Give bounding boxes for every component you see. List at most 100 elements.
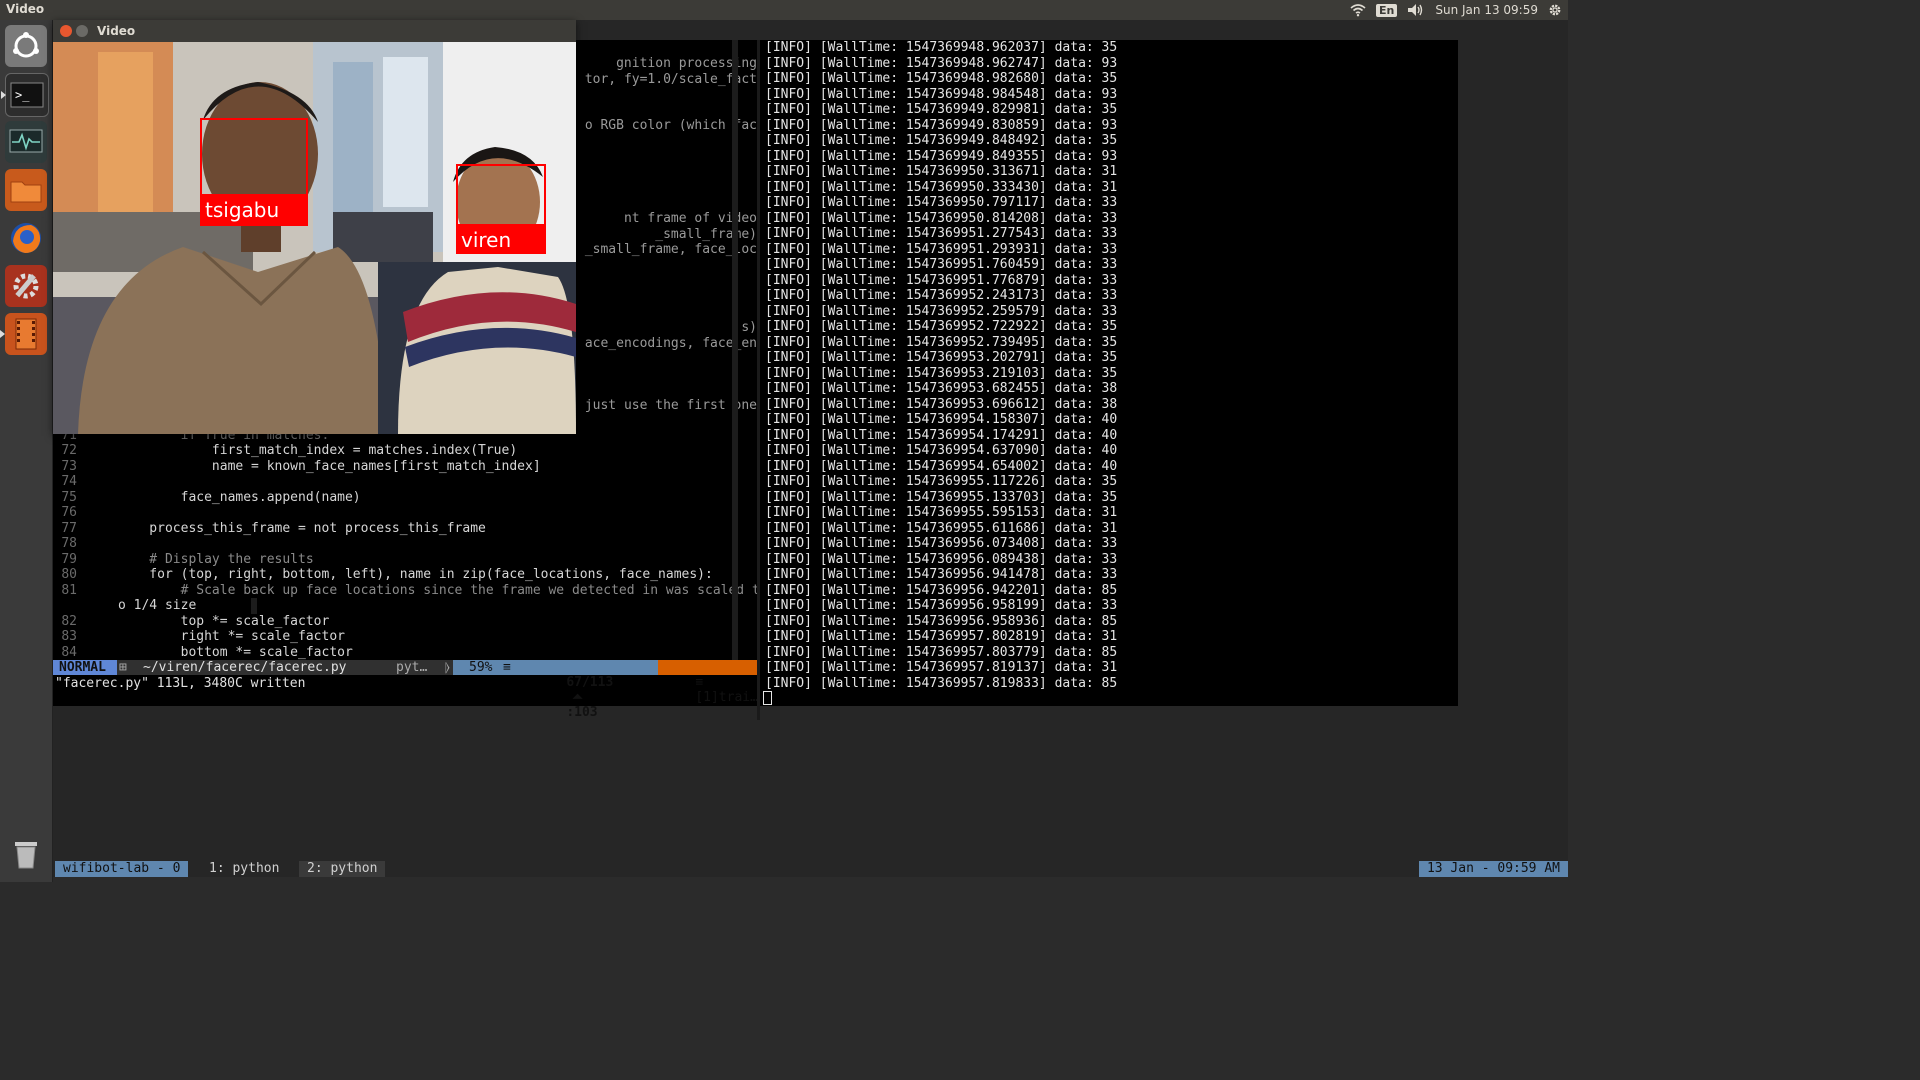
log-line: [INFO] [WallTime: 1547369949.830859] dat… [765, 117, 1118, 133]
face-name-label: viren [456, 226, 546, 254]
log-line: [INFO] [WallTime: 1547369954.158307] dat… [765, 412, 1118, 427]
log-line: [INFO] [WallTime: 1547369955.611686] dat… [765, 520, 1118, 536]
vim-filetype: pyt… [396, 660, 428, 675]
code-line: 73 name = known_face_names[first_match_i… [53, 458, 541, 475]
code-line: 82 top *= scale_factor [53, 614, 329, 630]
code-line-fragment: _small_frame) [655, 227, 757, 242]
ubuntu-home-icon[interactable] [5, 25, 47, 67]
log-line: [INFO] [WallTime: 1547369954.174291] dat… [765, 427, 1118, 443]
vim-position: 67/113 [566, 675, 614, 690]
log-line: [INFO] [WallTime: 1547369957.803779] dat… [765, 644, 1118, 660]
log-line: [INFO] [WallTime: 1547369953.682455] dat… [765, 381, 1118, 396]
log-line: [INFO] [WallTime: 1547369954.637090] dat… [765, 443, 1118, 458]
log-line: [INFO] [WallTime: 1547369957.819137] dat… [765, 660, 1118, 675]
wifi-icon[interactable] [1350, 3, 1366, 17]
line-number: 82 [61, 613, 77, 629]
face-box [456, 164, 546, 226]
minimize-icon[interactable] [76, 25, 88, 37]
log-line: [INFO] [WallTime: 1547369948.984548] dat… [765, 86, 1118, 102]
code-line-fragment: s) [741, 320, 757, 335]
log-line: [INFO] [WallTime: 1547369949.829981] dat… [765, 102, 1118, 117]
log-line: [INFO] [WallTime: 1547369956.958936] dat… [765, 613, 1118, 629]
log-line: [INFO] [WallTime: 1547369957.802819] dat… [765, 629, 1118, 644]
code-line: 74 [53, 474, 118, 490]
log-line: [INFO] [WallTime: 1547369949.849355] dat… [765, 148, 1118, 164]
code-line: 80 for (top, right, bottom, left), name … [53, 567, 713, 583]
code-line: 75 face_names.append(name) [53, 489, 361, 506]
log-line: [INFO] [WallTime: 1547369948.982680] dat… [765, 71, 1118, 86]
log-line: [INFO] [WallTime: 1547369949.848492] dat… [765, 133, 1118, 148]
settings-icon[interactable] [5, 265, 47, 307]
log-line: [INFO] [WallTime: 1547369951.277543] dat… [765, 226, 1118, 241]
vim-statusline: NORMAL ⊞ ~/viren/facerec/facerec.py pyt…… [53, 660, 758, 720]
code-line: o 1/4 size [53, 598, 196, 614]
volume-icon[interactable] [1407, 3, 1425, 17]
close-icon[interactable] [60, 25, 72, 37]
vim-percent: 59% [453, 660, 523, 675]
face-box [200, 118, 308, 196]
line-number: 80 [61, 567, 77, 582]
log-line: [INFO] [WallTime: 1547369952.739495] dat… [765, 334, 1118, 350]
code-line: 84 bottom *= scale_factor [53, 644, 353, 661]
log-line: [INFO] [WallTime: 1547369953.696612] dat… [765, 396, 1118, 412]
ros-log-pane[interactable]: [INFO] [WallTime: 1547369948.962037] dat… [760, 40, 1458, 706]
trash-icon[interactable] [5, 832, 47, 874]
code-text: # Display the results [118, 551, 314, 567]
log-line: [INFO] [WallTime: 1547369951.760459] dat… [765, 257, 1118, 272]
video-player-icon[interactable] [0, 313, 47, 355]
column-icon: ⏶ [572, 690, 583, 705]
code-text: top *= scale_factor [118, 613, 330, 629]
top-panel: Video En Sun Jan 13 09:59 [0, 0, 1568, 20]
line-number: 76 [61, 505, 77, 520]
code-text: process_this_frame = not process_this_fr… [118, 520, 486, 536]
code-line: 81 # Scale back up face locations since … [53, 582, 760, 599]
code-text: face_names.append(name) [118, 489, 361, 505]
firefox-icon[interactable] [5, 217, 47, 259]
log-line: [INFO] [WallTime: 1547369956.958199] dat… [765, 598, 1118, 613]
tmux-window-1[interactable]: 1: python [201, 861, 287, 877]
code-line: 83 right *= scale_factor [53, 629, 345, 645]
face-name-label: tsigabu [200, 196, 308, 226]
line-number: 83 [61, 629, 77, 644]
vim-command-line[interactable]: "facerec.py" 113L, 3480C written [55, 676, 305, 691]
log-line: [INFO] [WallTime: 1547369952.259579] dat… [765, 303, 1118, 319]
separator-icon: ⦊ [445, 660, 450, 675]
code-text: bottom *= scale_factor [118, 644, 353, 660]
branch-icon: ⊞ [119, 660, 127, 675]
video-window[interactable]: Video tsigabu viren [53, 20, 576, 434]
terminal-cursor [763, 691, 772, 705]
line-number: 79 [61, 551, 77, 567]
tmux-window-2[interactable]: 2: python [299, 861, 386, 877]
line-number: 81 [61, 582, 77, 598]
vim-trailing-warning: [1]trai… [695, 690, 758, 705]
code-line: 76 [53, 505, 118, 521]
log-line: [INFO] [WallTime: 1547369956.089438] dat… [765, 551, 1118, 567]
line-number: 77 [61, 520, 77, 536]
line-number: 75 [61, 489, 77, 505]
log-line: [INFO] [WallTime: 1547369956.942201] dat… [765, 582, 1118, 598]
code-text: for (top, right, bottom, left), name in … [118, 567, 713, 582]
log-line: [INFO] [WallTime: 1547369956.941478] dat… [765, 567, 1118, 582]
log-line: [INFO] [WallTime: 1547369953.202791] dat… [765, 350, 1118, 365]
code-text: # Scale back up face locations since the… [118, 582, 760, 598]
clock[interactable]: Sun Jan 13 09:59 [1435, 3, 1538, 17]
active-app-title: Video [6, 2, 45, 16]
files-icon[interactable] [5, 169, 47, 211]
tmux-session[interactable]: wifibot-lab - 0 [55, 861, 189, 877]
log-line: [INFO] [WallTime: 1547369952.243173] dat… [765, 288, 1118, 303]
terminal-icon[interactable]: >_ [1, 73, 49, 117]
video-window-title: Video [97, 24, 136, 38]
log-line: [INFO] [WallTime: 1547369953.219103] dat… [765, 365, 1118, 381]
code-text: first_match_index = matches.index(True) [118, 443, 518, 458]
system-monitor-icon[interactable] [5, 121, 47, 163]
code-text: name = known_face_names[first_match_inde… [118, 458, 541, 474]
log-line: [INFO] [WallTime: 1547369948.962037] dat… [765, 40, 1118, 55]
code-text: o 1/4 size [118, 598, 197, 613]
keyboard-layout-indicator[interactable]: En [1376, 3, 1398, 17]
warning-icon: ≡ [695, 675, 711, 690]
code-line: 72 first_match_index = matches.index(Tru… [53, 443, 517, 459]
gear-icon[interactable] [1548, 3, 1562, 17]
vim-mode-indicator: NORMAL [53, 660, 117, 675]
video-window-titlebar[interactable]: Video [53, 20, 576, 42]
log-line: [INFO] [WallTime: 1547369956.073408] dat… [765, 536, 1118, 551]
